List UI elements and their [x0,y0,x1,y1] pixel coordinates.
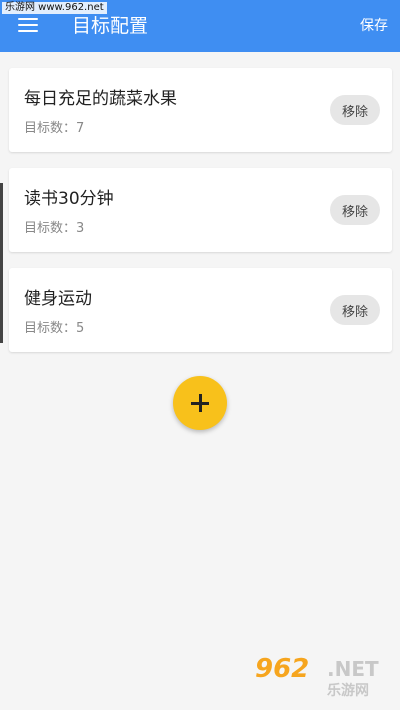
watermark-logo-number: 962 [255,654,310,684]
goal-count: 目标数：7 [24,121,85,136]
goal-card[interactable]: 读书30分钟 目标数：3 移除 [9,168,392,252]
goal-title: 健身运动 [24,289,92,309]
goal-title: 读书30分钟 [24,189,114,209]
drawer-edge-handle[interactable] [0,183,3,343]
watermark-logo-net: .NET [327,657,379,681]
goal-card[interactable]: 每日充足的蔬菜水果 目标数：7 移除 [9,68,392,152]
watermark-logo: 962 .NET 乐游网 [255,654,390,702]
page-title: 目标配置 [72,15,149,37]
goal-count: 目标数：5 [24,321,85,336]
goal-count: 目标数：3 [24,221,85,236]
remove-button[interactable]: 移除 [330,295,380,325]
menu-icon[interactable] [18,17,38,33]
remove-button[interactable]: 移除 [330,195,380,225]
goal-card[interactable]: 健身运动 目标数：5 移除 [9,268,392,352]
goal-title: 每日充足的蔬菜水果 [24,89,177,109]
add-goal-button[interactable] [173,376,227,430]
remove-button[interactable]: 移除 [330,95,380,125]
watermark-logo-sub: 乐游网 [327,683,369,699]
watermark-text: 乐游网 www.962.net [2,2,107,14]
save-button[interactable]: 保存 [360,16,388,36]
